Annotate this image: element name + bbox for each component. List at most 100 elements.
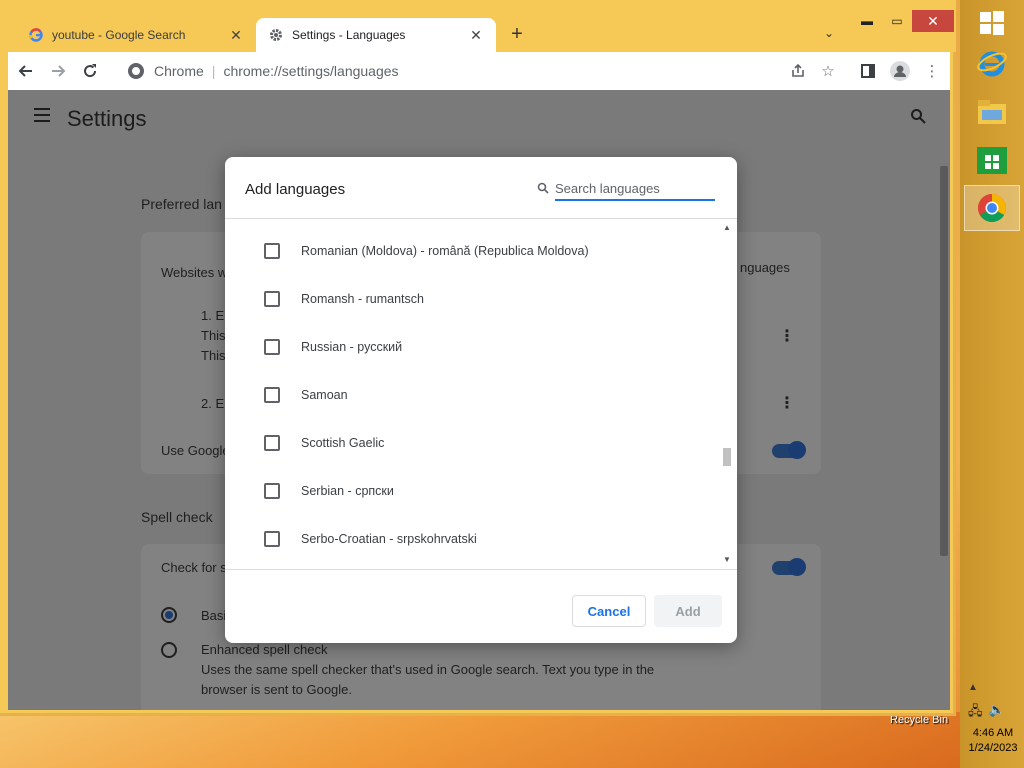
maximize-button[interactable]: ▭ xyxy=(884,10,910,32)
basic-spell-check-radio[interactable] xyxy=(161,607,177,623)
list-item[interactable]: Serbo-Croatian - srpskohrvatski xyxy=(225,515,721,563)
tab-close-icon[interactable]: ✕ xyxy=(468,27,484,44)
list-item[interactable]: Romansh - rumantsch xyxy=(225,275,721,323)
settings-title: Settings xyxy=(67,106,147,131)
windows-logo-icon xyxy=(980,11,1004,35)
list-item[interactable]: Scottish Gaelic xyxy=(225,419,721,467)
page-scrollbar[interactable] xyxy=(938,150,950,710)
site-label: Chrome xyxy=(154,63,204,79)
url-text: chrome://settings/languages xyxy=(223,63,399,79)
basic-spell-check-label: Basi xyxy=(201,608,227,623)
language-label: Russian - русский xyxy=(301,340,403,354)
profile-avatar-icon[interactable] xyxy=(890,61,910,81)
search-languages-input[interactable] xyxy=(555,177,715,201)
forward-button[interactable] xyxy=(44,57,72,85)
volume-icon[interactable]: 🔈 xyxy=(989,702,1005,724)
side-panel-icon[interactable] xyxy=(858,61,878,81)
language-checkbox[interactable] xyxy=(264,387,280,403)
language-list: Romanian (Moldova) - română (Republica M… xyxy=(225,219,721,569)
language-label: Scottish Gaelic xyxy=(301,436,385,450)
language-checkbox[interactable] xyxy=(264,531,280,547)
enhanced-spell-check-label: Enhanced spell check xyxy=(201,642,328,657)
new-tab-button[interactable]: + xyxy=(506,24,528,46)
store-icon xyxy=(977,147,1007,174)
tab-close-icon[interactable]: ✕ xyxy=(228,27,244,44)
chrome-menu-kebab-icon[interactable]: ⋮ xyxy=(922,61,942,81)
google-favicon-icon xyxy=(28,27,44,43)
language-checkbox[interactable] xyxy=(264,483,280,499)
translate-toggle[interactable] xyxy=(772,441,806,459)
chrome-icon xyxy=(978,194,1006,222)
language-checkbox[interactable] xyxy=(264,291,280,307)
taskbar-file-explorer[interactable] xyxy=(964,90,1020,136)
add-button[interactable]: Add xyxy=(654,595,722,627)
list-item[interactable]: Samoan xyxy=(225,371,721,419)
network-icon[interactable]: 🖧 xyxy=(968,702,983,724)
tab-search-chevron-icon[interactable]: ⌄ xyxy=(824,26,834,40)
share-icon[interactable] xyxy=(788,61,808,81)
address-bar[interactable]: Chrome | chrome://settings/languages xyxy=(118,56,838,86)
taskbar xyxy=(960,0,1024,768)
clock-date: 1/24/2023 xyxy=(968,742,1018,754)
enhanced-spell-check-radio[interactable] xyxy=(161,642,177,658)
search-icon xyxy=(537,182,549,197)
hamburger-menu-icon[interactable] xyxy=(34,108,50,122)
omnibox-separator: | xyxy=(211,63,216,79)
language-label: Romanian (Moldova) - română (Republica M… xyxy=(301,244,589,258)
add-languages-button-fragment[interactable]: nguages xyxy=(740,260,790,275)
preferred-languages-heading: Preferred lan xyxy=(141,196,222,212)
desktop-wallpaper xyxy=(0,712,960,768)
reload-icon xyxy=(84,64,97,78)
language-1-line1: This xyxy=(201,328,226,343)
spell-check-heading: Spell check xyxy=(141,509,213,525)
enhanced-spell-check-desc-2: browser is sent to Google. xyxy=(201,682,353,697)
add-languages-dialog: Add languages Romanian (Moldova) - român… xyxy=(225,157,737,643)
bookmark-star-icon[interactable]: ☆ xyxy=(818,61,838,81)
back-arrow-icon xyxy=(18,65,32,77)
language-1-more-icon[interactable]: ⋮ xyxy=(779,326,795,346)
use-google-translate-text: Use Google xyxy=(161,443,230,458)
browser-toolbar: Chrome | chrome://settings/languages ☆ ⋮ xyxy=(8,52,950,90)
list-item[interactable]: Russian - русский xyxy=(225,323,721,371)
folder-icon xyxy=(978,100,1006,124)
title-bar: youtube - Google Search ✕ Settings - Lan… xyxy=(0,0,956,52)
show-hidden-icons-arrow[interactable]: ▲ xyxy=(968,682,978,693)
close-window-button[interactable]: ✕ xyxy=(912,10,954,32)
language-checkbox[interactable] xyxy=(264,435,280,451)
internet-explorer-icon xyxy=(977,51,1007,77)
spell-check-toggle[interactable] xyxy=(772,558,806,576)
reload-button[interactable] xyxy=(76,57,104,85)
back-button[interactable] xyxy=(12,57,40,85)
minimize-button[interactable]: ▬ xyxy=(852,10,882,32)
language-checkbox[interactable] xyxy=(264,243,280,259)
language-list-scrollbar[interactable]: ▲ ▼ xyxy=(721,219,733,569)
tab-title: youtube - Google Search xyxy=(52,28,186,42)
language-label: Samoan xyxy=(301,388,348,402)
tab-settings-languages[interactable]: Settings - Languages ✕ xyxy=(256,18,496,52)
cancel-button[interactable]: Cancel xyxy=(572,595,646,627)
tab-youtube-search[interactable]: youtube - Google Search ✕ xyxy=(16,18,256,52)
list-item[interactable]: Romanian (Moldova) - română (Republica M… xyxy=(225,227,721,275)
tab-title: Settings - Languages xyxy=(292,28,406,42)
language-checkbox[interactable] xyxy=(264,339,280,355)
page-scroll-thumb[interactable] xyxy=(940,166,948,556)
websites-text: Websites w xyxy=(161,265,228,280)
settings-search-icon[interactable] xyxy=(910,108,926,129)
taskbar-chrome[interactable] xyxy=(964,185,1020,231)
language-1-line2: This xyxy=(201,348,226,363)
clock-time: 4:46 AM xyxy=(972,727,1014,739)
taskbar-clock[interactable]: 4:46 AM 1/24/2023 xyxy=(962,726,1024,756)
scroll-down-arrow-icon[interactable]: ▼ xyxy=(721,555,733,564)
language-label: Romansh - rumantsch xyxy=(301,292,424,306)
language-list-scroll-thumb[interactable] xyxy=(723,448,731,466)
scroll-up-arrow-icon[interactable]: ▲ xyxy=(721,223,733,232)
chrome-site-icon xyxy=(128,63,144,79)
gear-icon xyxy=(268,27,284,43)
dialog-search xyxy=(537,177,717,201)
dialog-title: Add languages xyxy=(245,181,346,198)
list-item[interactable]: Serbian - српски xyxy=(225,467,721,515)
language-2-more-icon[interactable]: ⋮ xyxy=(779,393,795,413)
taskbar-store[interactable] xyxy=(964,136,1020,182)
taskbar-internet-explorer[interactable] xyxy=(964,40,1020,86)
language-label: Serbian - српски xyxy=(301,484,394,498)
